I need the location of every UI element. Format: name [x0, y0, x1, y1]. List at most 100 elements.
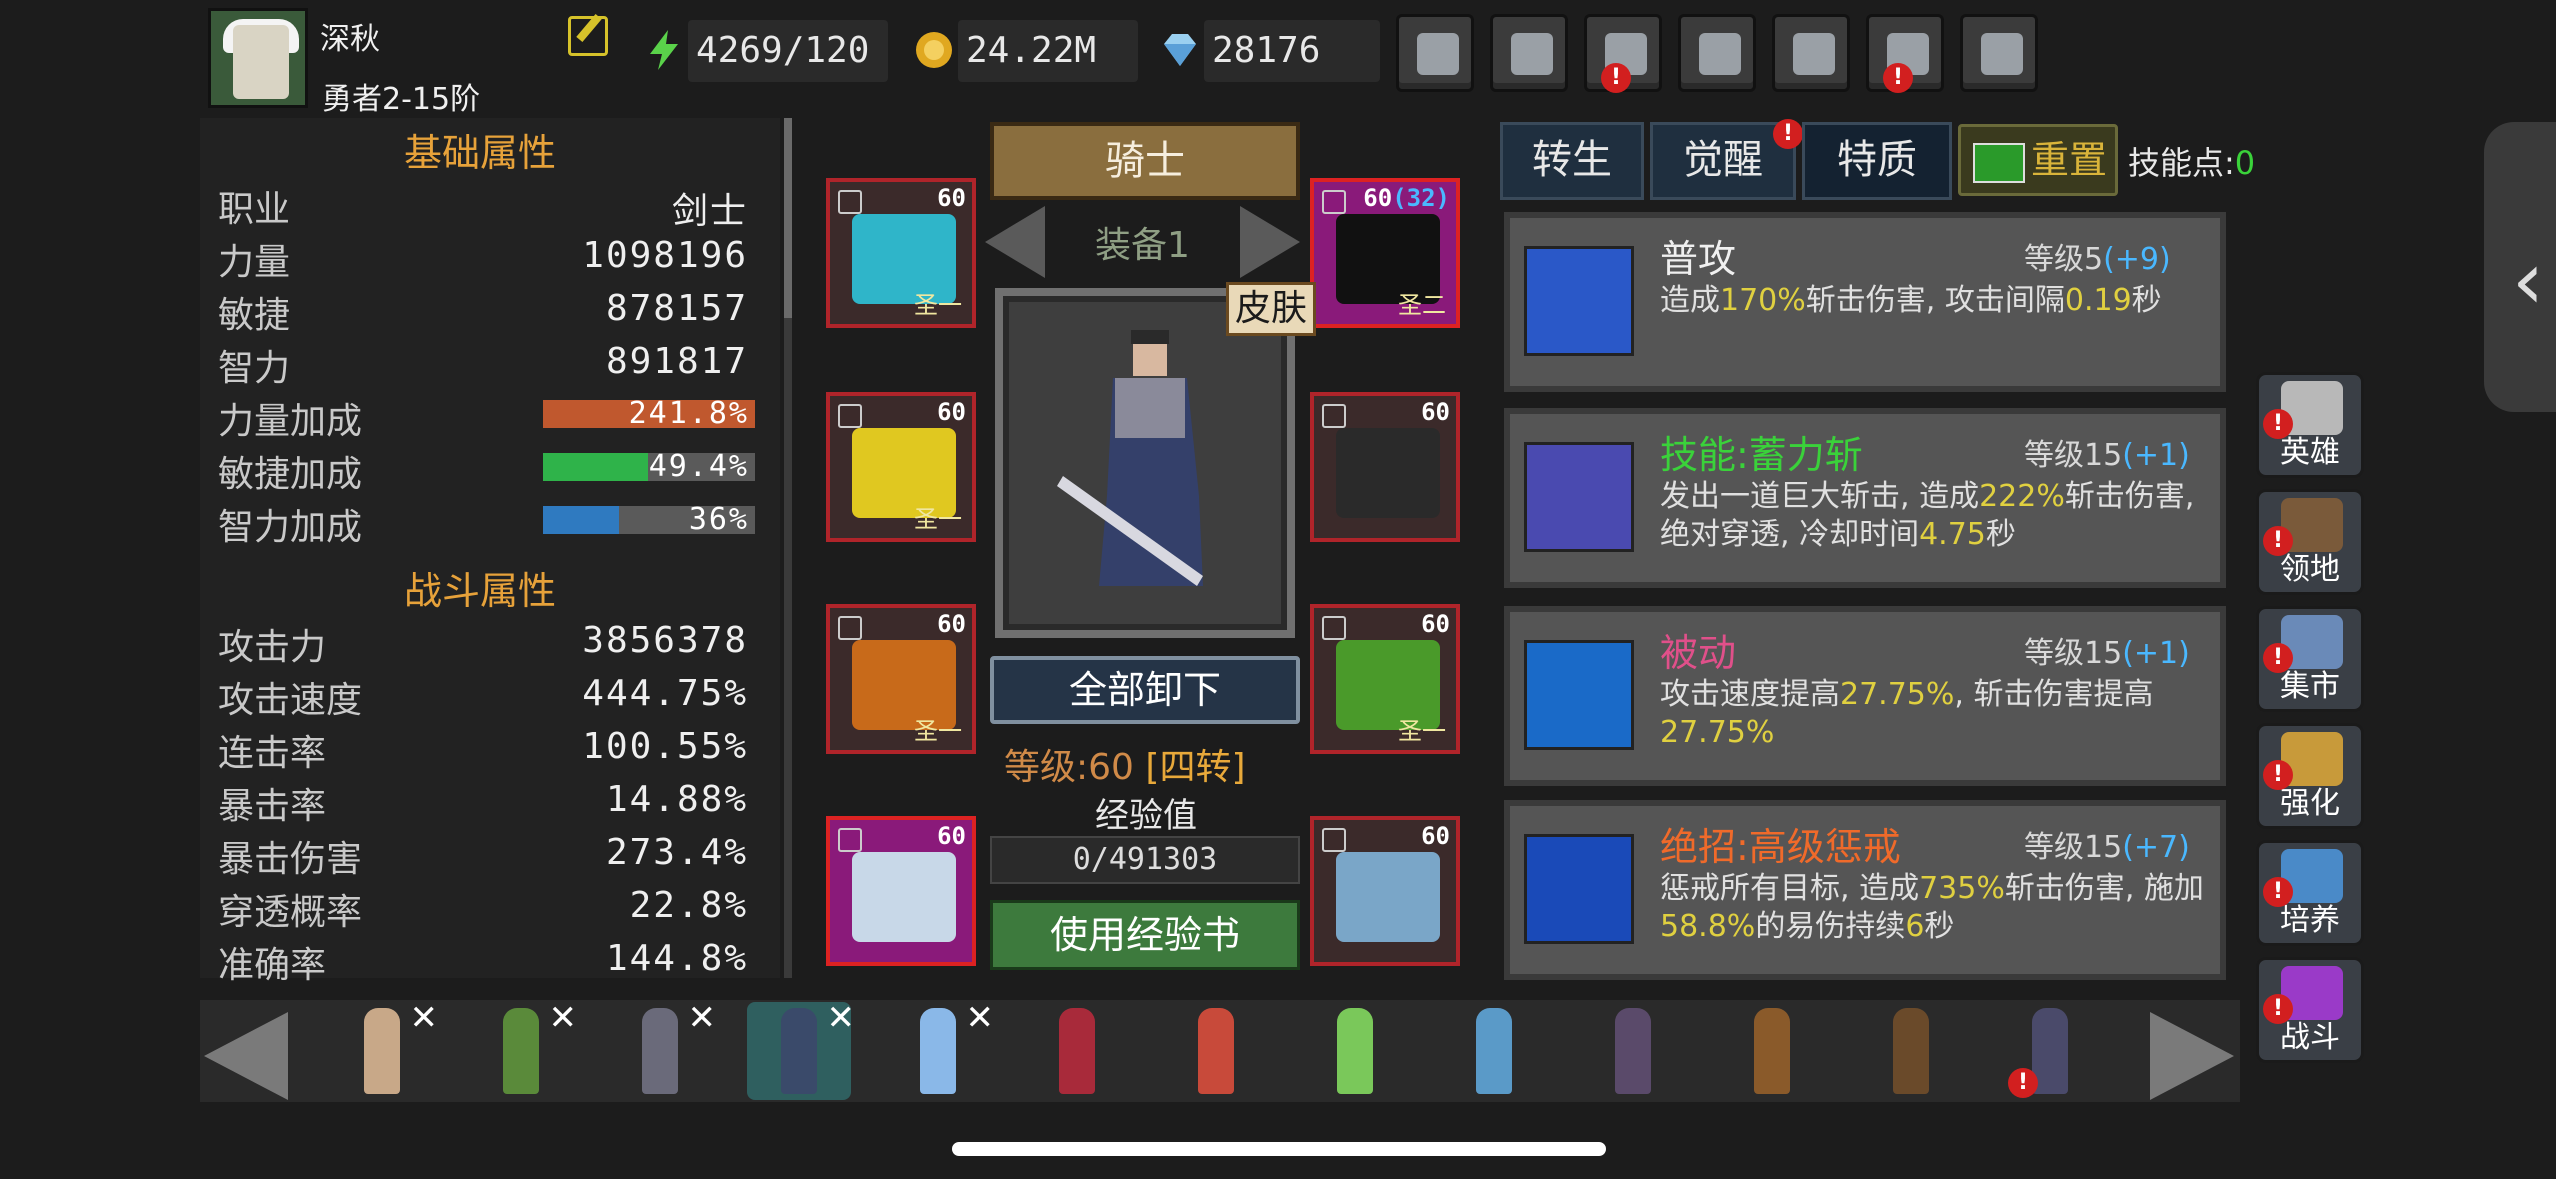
prev-set-arrow-icon[interactable] [985, 206, 1045, 278]
skill-description: 造成170%斩击伤害, 攻击间隔0.19秒 [1660, 282, 2220, 320]
tab-2[interactable]: 特质 [1802, 122, 1952, 200]
slot-boots[interactable]: 60 [826, 816, 976, 966]
remove-x-icon[interactable]: ✕ [827, 998, 856, 1038]
stats-scrollbar[interactable] [784, 118, 792, 978]
reset-button[interactable]: 重置 [1958, 124, 2118, 196]
side-menu-4[interactable]: 培养! [2256, 840, 2364, 946]
shop-button[interactable] [1396, 14, 1474, 92]
lock-icon [1322, 828, 1346, 852]
settings-button[interactable] [1678, 14, 1756, 92]
next-set-arrow-icon[interactable] [1240, 206, 1300, 278]
slot-tier: 圣一 [914, 291, 962, 319]
hero-druid[interactable] [1303, 1002, 1407, 1100]
mail-button[interactable] [1490, 14, 1568, 92]
skill-desc-part: 4.75 [1919, 517, 1986, 552]
basic-stat-value: 1098196 [582, 235, 748, 276]
slot-weapon[interactable]: 60 [1310, 816, 1460, 966]
color-wheel-button[interactable] [1772, 14, 1850, 92]
slot-cloak[interactable]: 60 圣一 [826, 392, 976, 542]
hero-wizard[interactable] [1581, 1002, 1685, 1100]
hero-assassin[interactable]: ! [1998, 1002, 2102, 1100]
hero-figure-icon [642, 1008, 678, 1094]
skill-card[interactable]: 绝招:高级惩戒 等级15(+7) 惩戒所有目标, 造成735%斩击伤害, 施加 58.… [1504, 800, 2226, 980]
use-exp-book-button[interactable]: 使用经验书 [990, 900, 1300, 970]
combat-stat-value: 22.8% [629, 885, 748, 926]
basic-stat-label: 敏捷 [218, 295, 291, 336]
hero-gunner[interactable] [1164, 1002, 1268, 1100]
skill-card[interactable]: 被动 等级15(+1) 攻击速度提高27.75%, 斩击伤害提高27.75% [1504, 606, 2226, 786]
hero-figure-icon [1059, 1008, 1095, 1094]
skill-level: 等级5(+9) [2024, 234, 2171, 278]
hero-rebirth-tier: [四转] [1145, 747, 1246, 788]
basic-stat-value: 891817 [605, 341, 748, 382]
hero-figure-icon [781, 1008, 817, 1094]
combat-stat-row: 攻击力 3856378 [218, 618, 758, 670]
hero-dark-knight[interactable]: ✕ [608, 998, 716, 1100]
skill-level-bonus: (+1) [2122, 636, 2190, 671]
side-menu-5[interactable]: 战斗! [2256, 957, 2364, 1063]
hero-amazon[interactable]: ✕ [330, 998, 438, 1100]
fireworks-button[interactable]: ! [1866, 14, 1944, 93]
slot-amulet[interactable]: 60(32) 圣二 [1310, 178, 1460, 328]
slot-level: 60 [1421, 398, 1450, 426]
basic-stat-row: 职业 剑士 [218, 180, 758, 232]
skill-name: 绝招:高级惩戒 [1660, 825, 1901, 869]
skill-card[interactable]: 普攻 等级5(+9) 造成170%斩击伤害, 攻击间隔0.19秒 [1504, 212, 2226, 392]
player-name: 深秋 [320, 22, 380, 57]
slot-helmet[interactable]: 60 圣一 [826, 178, 976, 328]
slot-tier: 圣二 [1398, 291, 1446, 319]
skill-desc-part: 斩击伤害, 攻击间隔 [1805, 283, 2065, 318]
hero-level: 等级:60 [四转] [1004, 738, 1246, 790]
skill-level-bonus: (+1) [2122, 438, 2190, 473]
alert-badge-icon: ! [2263, 994, 2293, 1024]
edit-name-icon[interactable] [568, 16, 608, 56]
remove-x-icon[interactable]: ✕ [549, 998, 578, 1038]
crossed-swords-icon [1981, 33, 2023, 75]
ad-tv-icon [1973, 143, 2025, 183]
battle-button[interactable] [1960, 14, 2038, 92]
skin-button[interactable]: 皮肤 [1226, 282, 1316, 336]
skill-name: 被动 [1660, 631, 1737, 675]
player-avatar[interactable] [208, 8, 308, 108]
hero-ranger[interactable] [1859, 1002, 1963, 1100]
combat-stat-row: 攻击速度 444.75% [218, 671, 758, 723]
bonus-stat-label: 力量加成 [218, 401, 363, 442]
side-menu-0[interactable]: 英雄! [2256, 372, 2364, 478]
skill-level: 等级15(+1) [2024, 430, 2190, 474]
unequip-all-button[interactable]: 全部卸下 [990, 656, 1300, 724]
scrollbar-thumb[interactable] [784, 118, 792, 318]
alert-badge-icon: ! [2008, 1068, 2038, 1098]
hero-archer[interactable]: ✕ [469, 998, 577, 1100]
tab-0[interactable]: 转生 [1500, 122, 1644, 200]
slot-ring[interactable]: 60 圣一 [1310, 604, 1460, 754]
gamepad-button[interactable]: ! [1584, 14, 1662, 93]
mail-icon [1511, 33, 1553, 75]
remove-x-icon[interactable]: ✕ [688, 998, 717, 1038]
expand-edge-tab[interactable]: ‹ [2484, 122, 2556, 412]
hero-frost[interactable] [1442, 1002, 1546, 1100]
hero-knight[interactable]: ✕ [747, 998, 855, 1100]
gear-icon [1699, 33, 1741, 75]
skill-card[interactable]: 技能:蓄力斩 等级15(+1) 发出一道巨大斩击, 造成222%斩击伤害, 绝对穿透… [1504, 408, 2226, 588]
slot-legs[interactable]: 60 圣一 [826, 604, 976, 754]
side-menu-2[interactable]: 集市! [2256, 606, 2364, 712]
hero-red-mage[interactable] [1025, 1002, 1129, 1100]
hero-figure-icon [1615, 1008, 1651, 1094]
roster-next-arrow-icon[interactable] [2150, 1012, 2234, 1100]
basic-stat-row: 智力 891817 [218, 339, 758, 391]
skill-desc-part: 222% [1979, 479, 2065, 514]
roster-prev-arrow-icon[interactable] [204, 1012, 288, 1100]
hero-ice-mage[interactable]: ✕ [886, 998, 994, 1100]
slot-gloves[interactable]: 60 [1310, 392, 1460, 542]
skill-desc-part: 惩戒所有目标, 造成 [1660, 871, 1920, 906]
equipment-set-label: 装备1 [1095, 225, 1190, 266]
tab-1[interactable]: 觉醒! [1650, 119, 1803, 200]
side-menu-1[interactable]: 领地! [2256, 489, 2364, 595]
skill-points: 技能点:0 [2128, 138, 2255, 184]
exp-label: 经验值 [1095, 796, 1197, 836]
remove-x-icon[interactable]: ✕ [966, 998, 995, 1038]
side-menu-3[interactable]: 强化! [2256, 723, 2364, 829]
energy-icon [642, 28, 686, 72]
hero-warrior[interactable] [1720, 1002, 1824, 1100]
remove-x-icon[interactable]: ✕ [410, 998, 439, 1038]
